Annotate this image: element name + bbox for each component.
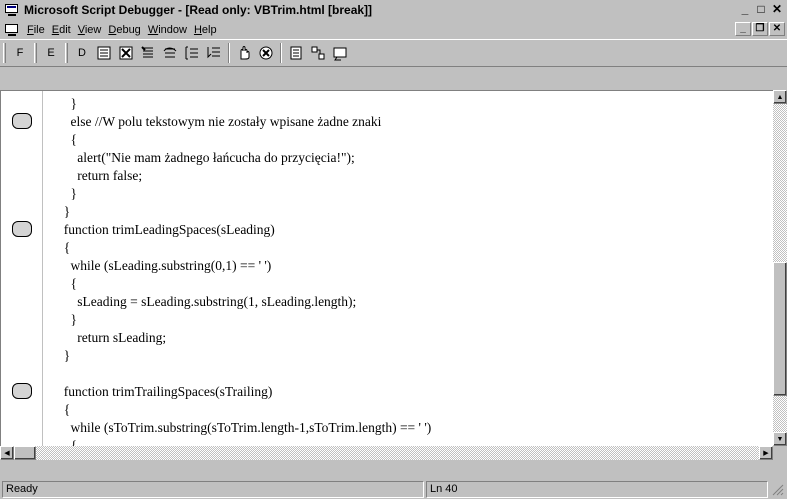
code-line: while (sLeading.substring(0,1) == ' ') xyxy=(57,258,272,273)
scrollbar-corner xyxy=(773,446,787,460)
running-documents-icon[interactable] xyxy=(285,42,307,64)
run-icon[interactable] xyxy=(93,42,115,64)
vertical-scroll-thumb[interactable] xyxy=(773,262,787,396)
code-line: while (sToTrim.substring(sToTrim.length-… xyxy=(57,420,432,435)
toolbar-button-e[interactable]: E xyxy=(40,42,62,64)
menu-help[interactable]: Help xyxy=(194,24,217,36)
code-line: { xyxy=(57,276,77,291)
status-bar: Ready Ln 40 xyxy=(0,479,787,499)
code-line: } xyxy=(57,312,77,327)
horizontal-scrollbar[interactable]: ◀ ▶ xyxy=(0,446,773,460)
clear-breakpoints-icon[interactable] xyxy=(255,42,277,64)
tb-e-label: E xyxy=(47,47,55,59)
scroll-right-arrow-icon[interactable]: ▶ xyxy=(759,446,773,460)
toggle-breakpoint-icon[interactable] xyxy=(233,42,255,64)
code-line: { xyxy=(57,438,77,446)
toolbar-grip[interactable] xyxy=(3,43,6,63)
code-line: } xyxy=(57,96,77,111)
script-debugger-window: Microsoft Script Debugger - [Read only: … xyxy=(0,0,787,499)
doc-restore-button[interactable]: ❐ xyxy=(752,22,768,36)
menu-view[interactable]: View xyxy=(78,24,102,36)
code-line: { xyxy=(57,132,77,147)
step-into-icon[interactable] xyxy=(137,42,159,64)
code-line: } xyxy=(57,186,77,201)
menu-edit[interactable]: Edit xyxy=(52,24,71,36)
code-line: return sLeading; xyxy=(57,330,167,345)
code-line: { xyxy=(57,240,71,255)
minimize-button[interactable]: _ xyxy=(737,2,753,16)
horizontal-scroll-thumb[interactable] xyxy=(14,446,36,460)
toolbar: F E D xyxy=(0,39,787,67)
doc-close-button[interactable]: ✕ xyxy=(769,22,785,36)
menu-bar: File Edit View Debug Window Help _ ❐ ✕ xyxy=(0,20,787,39)
scroll-left-arrow-icon[interactable]: ◀ xyxy=(0,446,14,460)
code-editor[interactable]: } else //W polu tekstowym nie zostały wp… xyxy=(0,90,773,446)
code-line: return false; xyxy=(57,168,143,183)
run-to-cursor-icon[interactable] xyxy=(203,42,225,64)
toolbar-button-d[interactable]: D xyxy=(71,42,93,64)
breakpoint-gutter[interactable] xyxy=(1,91,43,446)
scroll-down-arrow-icon[interactable]: ▼ xyxy=(773,432,787,446)
call-stack-icon[interactable] xyxy=(307,42,329,64)
editor-top-frame xyxy=(0,67,787,90)
menu-window[interactable]: Window xyxy=(148,24,187,36)
breakpoint-marker[interactable] xyxy=(12,383,32,399)
toolbar-grip[interactable] xyxy=(65,43,68,63)
step-out-icon[interactable] xyxy=(181,42,203,64)
code-line: else //W polu tekstowym nie zostały wpis… xyxy=(57,114,382,129)
command-window-icon[interactable] xyxy=(329,42,351,64)
tb-d-label: D xyxy=(78,47,86,59)
document-icon[interactable] xyxy=(4,23,20,37)
breakpoint-marker[interactable] xyxy=(12,221,32,237)
code-text[interactable]: } else //W polu tekstowym nie zostały wp… xyxy=(57,91,767,446)
window-title: Microsoft Script Debugger - [Read only: … xyxy=(24,3,373,17)
toolbar-button-f[interactable]: F xyxy=(9,42,31,64)
toolbar-separator xyxy=(228,43,230,63)
title-bar[interactable]: Microsoft Script Debugger - [Read only: … xyxy=(0,0,787,20)
menu-debug[interactable]: Debug xyxy=(108,24,140,36)
breakpoint-marker[interactable] xyxy=(12,113,32,129)
tb-f-label: F xyxy=(16,47,24,59)
toolbar-grip[interactable] xyxy=(34,43,37,63)
close-button[interactable]: ✕ xyxy=(769,2,785,16)
code-line: { xyxy=(57,402,71,417)
toolbar-separator xyxy=(280,43,282,63)
code-line: alert("Nie mam żadnego łańcucha do przyc… xyxy=(57,150,355,165)
code-line: } xyxy=(57,348,71,363)
status-text: Ready xyxy=(2,480,424,498)
step-over-icon[interactable] xyxy=(159,42,181,64)
stop-debugging-icon[interactable] xyxy=(115,42,137,64)
maximize-button[interactable]: □ xyxy=(753,2,769,16)
doc-minimize-button[interactable]: _ xyxy=(735,22,751,36)
menu-file[interactable]: File xyxy=(27,24,45,36)
code-line: sLeading = sLeading.substring(1, sLeadin… xyxy=(57,294,357,309)
code-line: function trimTrailingSpaces(sTrailing) xyxy=(57,384,273,399)
code-line: } xyxy=(57,204,71,219)
app-icon[interactable] xyxy=(4,3,20,17)
resize-grip-icon[interactable] xyxy=(770,482,784,496)
line-indicator: Ln 40 xyxy=(426,480,768,498)
vertical-scrollbar[interactable]: ▲ ▼ xyxy=(773,90,787,446)
scroll-up-arrow-icon[interactable]: ▲ xyxy=(773,90,787,104)
code-line: function trimLeadingSpaces(sLeading) xyxy=(57,222,275,237)
